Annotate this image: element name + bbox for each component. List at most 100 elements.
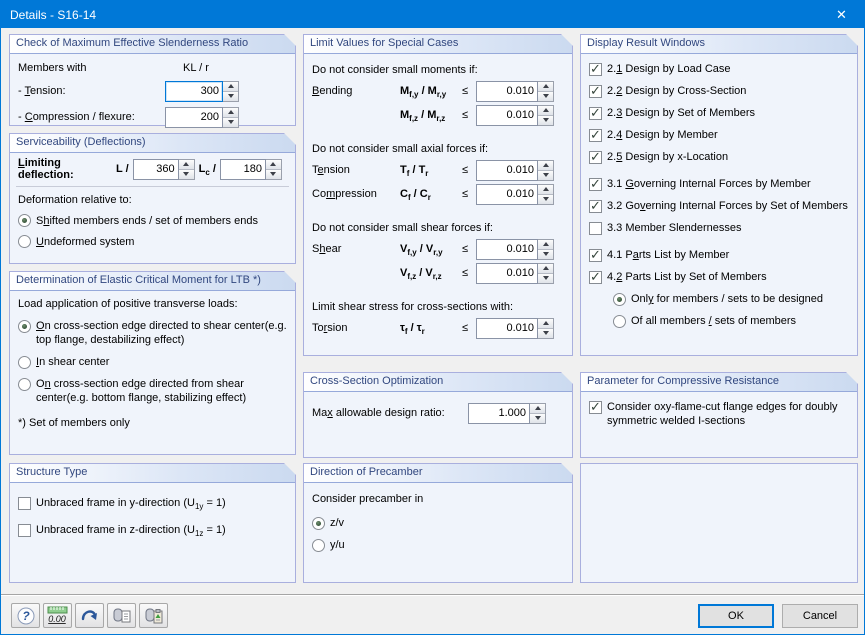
checkbox-2-1-design-by-load-case[interactable]: 2.1 Design by Load Case [589, 58, 849, 80]
checkbox-icon[interactable] [589, 271, 602, 284]
radio-edge-from-shear-center[interactable]: On cross-section edge directed from shea… [18, 377, 287, 405]
help-button[interactable]: ? [11, 603, 40, 628]
checkbox-4-1-parts-list-member[interactable]: 4.1 Parts List by Member [589, 244, 849, 266]
spin-down-icon[interactable] [538, 170, 553, 180]
radio-undeformed-system[interactable]: Undeformed system [18, 231, 287, 252]
export-settings-button[interactable] [107, 603, 136, 628]
deflection-l-input[interactable] [133, 159, 179, 180]
checkbox-icon[interactable] [589, 107, 602, 120]
shear-vy-spinner[interactable] [476, 239, 554, 260]
checkbox-icon[interactable] [18, 524, 31, 537]
spin-up-icon[interactable] [538, 240, 553, 249]
radio-icon[interactable] [18, 356, 31, 369]
checkbox-icon[interactable] [589, 85, 602, 98]
checkbox-3-3-member-slendernesses[interactable]: 3.3 Member Slendernesses [589, 217, 849, 239]
reset-button[interactable] [75, 603, 104, 628]
checkbox-icon[interactable] [589, 222, 602, 235]
checkbox-icon[interactable] [18, 497, 31, 510]
tension-spin-buttons[interactable] [223, 81, 239, 102]
radio-shifted-members-ends[interactable]: Shifted members ends / set of members en… [18, 210, 287, 231]
spin-down-icon[interactable] [538, 328, 553, 338]
close-button[interactable]: ✕ [819, 1, 864, 28]
bending-my-input[interactable] [476, 81, 538, 102]
deflection-lc-spinner[interactable] [220, 159, 282, 180]
radio-precamber-zv[interactable]: z/v [312, 512, 564, 534]
bending-mz-input[interactable] [476, 105, 538, 126]
spin-down-icon[interactable] [223, 91, 238, 101]
radio-icon[interactable] [312, 539, 325, 552]
spin-down-icon[interactable] [530, 413, 545, 423]
radio-icon[interactable] [613, 293, 626, 306]
checkbox-unbraced-y[interactable]: Unbraced frame in y-direction (U1y = 1) [18, 492, 287, 514]
design-ratio-input[interactable] [468, 403, 530, 424]
compression-input[interactable] [165, 107, 223, 128]
checkbox-3-2-governing-forces-set[interactable]: 3.2 Governing Internal Forces by Set of … [589, 195, 849, 217]
shear-vy-input[interactable] [476, 239, 538, 260]
title-bar[interactable]: Details - S16-14 ✕ [1, 1, 864, 28]
spin-up-icon[interactable] [223, 108, 238, 117]
checkbox-2-3-design-by-set-of-members[interactable]: 2.3 Design by Set of Members [589, 102, 849, 124]
checkbox-3-1-governing-forces-member[interactable]: 3.1 Governing Internal Forces by Member [589, 173, 849, 195]
cancel-button[interactable]: Cancel [782, 604, 858, 628]
compression-ratio-spinner[interactable] [476, 184, 554, 205]
checkbox-2-4-design-by-member[interactable]: 2.4 Design by Member [589, 124, 849, 146]
spin-up-icon[interactable] [538, 185, 553, 194]
spin-buttons[interactable] [538, 160, 554, 181]
radio-in-shear-center[interactable]: In shear center [18, 355, 287, 369]
compression-spinner[interactable] [165, 107, 239, 128]
tension-input[interactable] [165, 81, 223, 102]
spin-buttons[interactable] [538, 81, 554, 102]
spin-buttons[interactable] [538, 105, 554, 126]
radio-precamber-yu[interactable]: y/u [312, 534, 564, 556]
radio-icon[interactable] [18, 320, 31, 333]
spin-up-icon[interactable] [538, 82, 553, 91]
spin-down-icon[interactable] [223, 117, 238, 127]
checkbox-icon[interactable] [589, 63, 602, 76]
spin-buttons[interactable] [179, 159, 195, 180]
spin-down-icon[interactable] [538, 115, 553, 125]
spin-buttons[interactable] [538, 263, 554, 284]
tension-ratio-input[interactable] [476, 160, 538, 181]
radio-all-members[interactable]: Of all members / sets of members [589, 310, 849, 332]
compression-spin-buttons[interactable] [223, 107, 239, 128]
shear-vz-input[interactable] [476, 263, 538, 284]
radio-icon[interactable] [18, 378, 31, 391]
spin-buttons[interactable] [538, 318, 554, 339]
radio-icon[interactable] [18, 235, 31, 248]
checkbox-icon[interactable] [589, 249, 602, 262]
checkbox-icon[interactable] [589, 401, 602, 414]
spin-down-icon[interactable] [179, 169, 194, 179]
radio-only-designed-members[interactable]: Only for members / sets to be designed [589, 288, 849, 310]
compression-ratio-input[interactable] [476, 184, 538, 205]
design-ratio-spinner[interactable] [468, 403, 546, 424]
checkbox-unbraced-z[interactable]: Unbraced frame in z-direction (U1z = 1) [18, 519, 287, 541]
spin-up-icon[interactable] [538, 264, 553, 273]
ok-button[interactable]: OK [698, 604, 774, 628]
deflection-l-spinner[interactable] [133, 159, 195, 180]
deflection-lc-input[interactable] [220, 159, 266, 180]
shear-vz-spinner[interactable] [476, 263, 554, 284]
spin-up-icon[interactable] [179, 160, 194, 169]
checkbox-icon[interactable] [589, 151, 602, 164]
spin-up-icon[interactable] [223, 82, 238, 91]
radio-icon[interactable] [613, 315, 626, 328]
checkbox-2-2-design-by-cross-section[interactable]: 2.2 Design by Cross-Section [589, 80, 849, 102]
import-settings-button[interactable] [139, 603, 168, 628]
spin-up-icon[interactable] [538, 106, 553, 115]
torsion-input[interactable] [476, 318, 538, 339]
checkbox-2-5-design-by-x-location[interactable]: 2.5 Design by x-Location [589, 146, 849, 168]
spin-down-icon[interactable] [538, 273, 553, 283]
spin-down-icon[interactable] [538, 249, 553, 259]
tension-spinner[interactable] [165, 81, 239, 102]
torsion-spinner[interactable] [476, 318, 554, 339]
checkbox-oxy-flame-cut[interactable]: Consider oxy-flame-cut flange edges for … [589, 400, 849, 428]
spin-up-icon[interactable] [538, 161, 553, 170]
radio-icon[interactable] [312, 517, 325, 530]
checkbox-icon[interactable] [589, 200, 602, 213]
spin-buttons[interactable] [530, 403, 546, 424]
checkbox-icon[interactable] [589, 129, 602, 142]
tension-ratio-spinner[interactable] [476, 160, 554, 181]
bending-my-spinner[interactable] [476, 81, 554, 102]
radio-icon[interactable] [18, 214, 31, 227]
spin-down-icon[interactable] [538, 194, 553, 204]
